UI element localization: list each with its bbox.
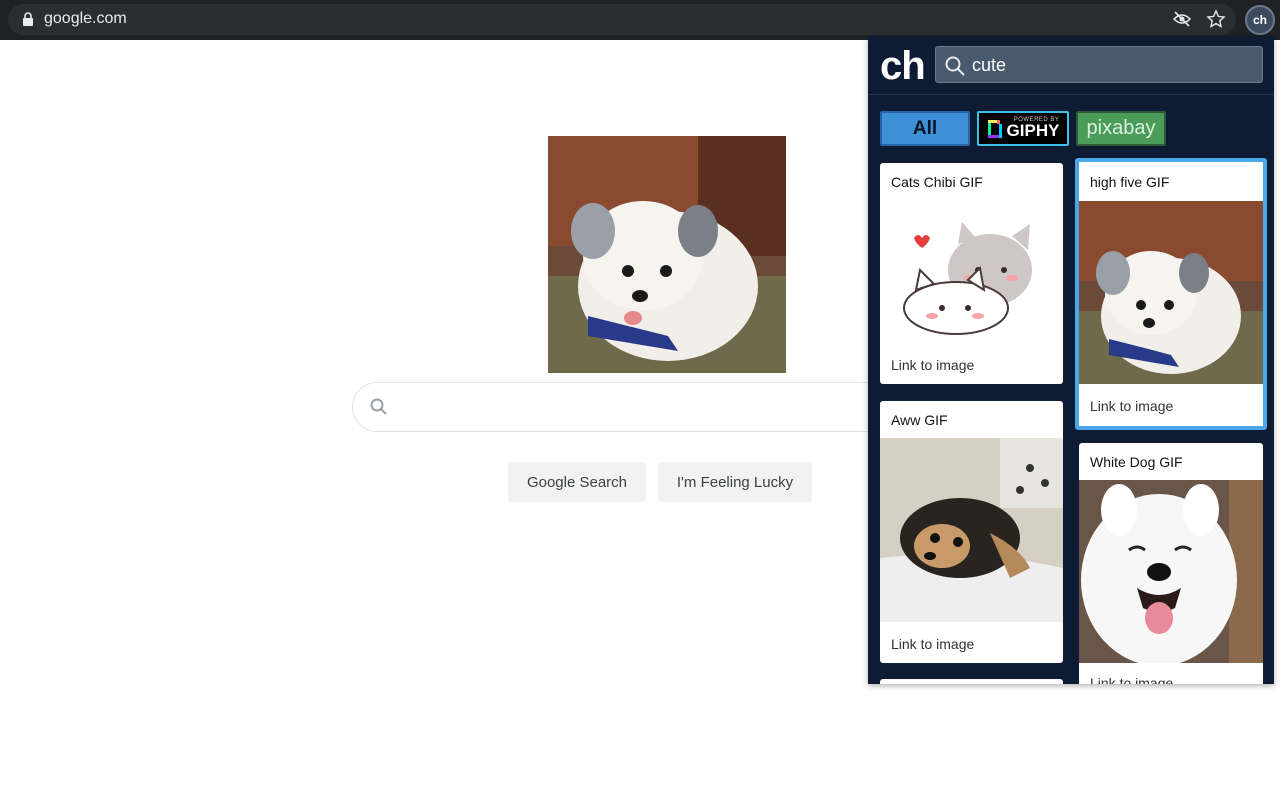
- gif-search-input[interactable]: [972, 52, 1252, 78]
- result-card-cats-chibi[interactable]: Cats Chibi GIF Link to image: [880, 163, 1063, 384]
- giphy-label: GIPHY: [1006, 120, 1060, 140]
- result-card-white-dog[interactable]: White Dog GIF Link to image: [1079, 443, 1263, 684]
- url-text[interactable]: google.com: [44, 10, 127, 28]
- search-icon: [945, 56, 965, 76]
- eye-slash-icon[interactable]: [1172, 9, 1192, 29]
- result-link[interactable]: Link to image: [891, 636, 974, 652]
- result-title: high five GIF: [1090, 174, 1170, 190]
- puppy-photo-icon: [880, 438, 1063, 622]
- feeling-lucky-button[interactable]: I'm Feeling Lucky: [658, 462, 812, 502]
- filter-giphy-button[interactable]: POWERED BY GIPHY: [977, 111, 1069, 146]
- result-image[interactable]: [1079, 480, 1263, 663]
- result-image[interactable]: [880, 200, 1063, 344]
- search-icon: [370, 398, 387, 415]
- result-link[interactable]: Link to image: [891, 357, 974, 373]
- gif-search-panel: ch All POWERED BY GIPHY pixabay Cats Chi…: [868, 36, 1274, 684]
- doodle-dog-image[interactable]: [548, 136, 786, 373]
- dog-photo-icon: [548, 136, 786, 373]
- address-bar[interactable]: google.com: [8, 4, 1236, 35]
- result-title: Aww GIF: [891, 412, 948, 428]
- result-card-aww[interactable]: Aww GIF Link to image: [880, 401, 1063, 663]
- result-title: White Dog GIF: [1090, 454, 1183, 470]
- extension-logo: ch: [880, 44, 926, 88]
- result-image[interactable]: [880, 438, 1063, 622]
- lock-icon[interactable]: [22, 12, 34, 26]
- google-search-button[interactable]: Google Search: [508, 462, 646, 502]
- result-link[interactable]: Link to image: [1090, 398, 1173, 414]
- filter-pixabay-button[interactable]: pixabay: [1076, 111, 1166, 146]
- gif-search-box[interactable]: [935, 46, 1263, 83]
- result-title: Cats Chibi GIF: [891, 174, 983, 190]
- white-dog-photo-icon: [1079, 480, 1263, 663]
- giphy-logo-icon: [987, 119, 1002, 138]
- result-card-high-five[interactable]: high five GIF Link to image: [1075, 158, 1267, 430]
- result-link[interactable]: Link to image: [1090, 675, 1173, 684]
- result-image[interactable]: [1079, 201, 1263, 384]
- google-search-box[interactable]: [352, 382, 912, 432]
- panel-divider: [868, 94, 1274, 95]
- bookmark-star-icon[interactable]: [1206, 9, 1226, 29]
- dog-photo-icon: [1079, 201, 1263, 384]
- browser-toolbar: google.com ch: [0, 0, 1280, 40]
- chibi-cats-icon: [903, 222, 1032, 335]
- result-card-partial[interactable]: [880, 679, 1063, 684]
- filter-all-button[interactable]: All: [880, 111, 970, 146]
- extension-button[interactable]: ch: [1245, 5, 1275, 35]
